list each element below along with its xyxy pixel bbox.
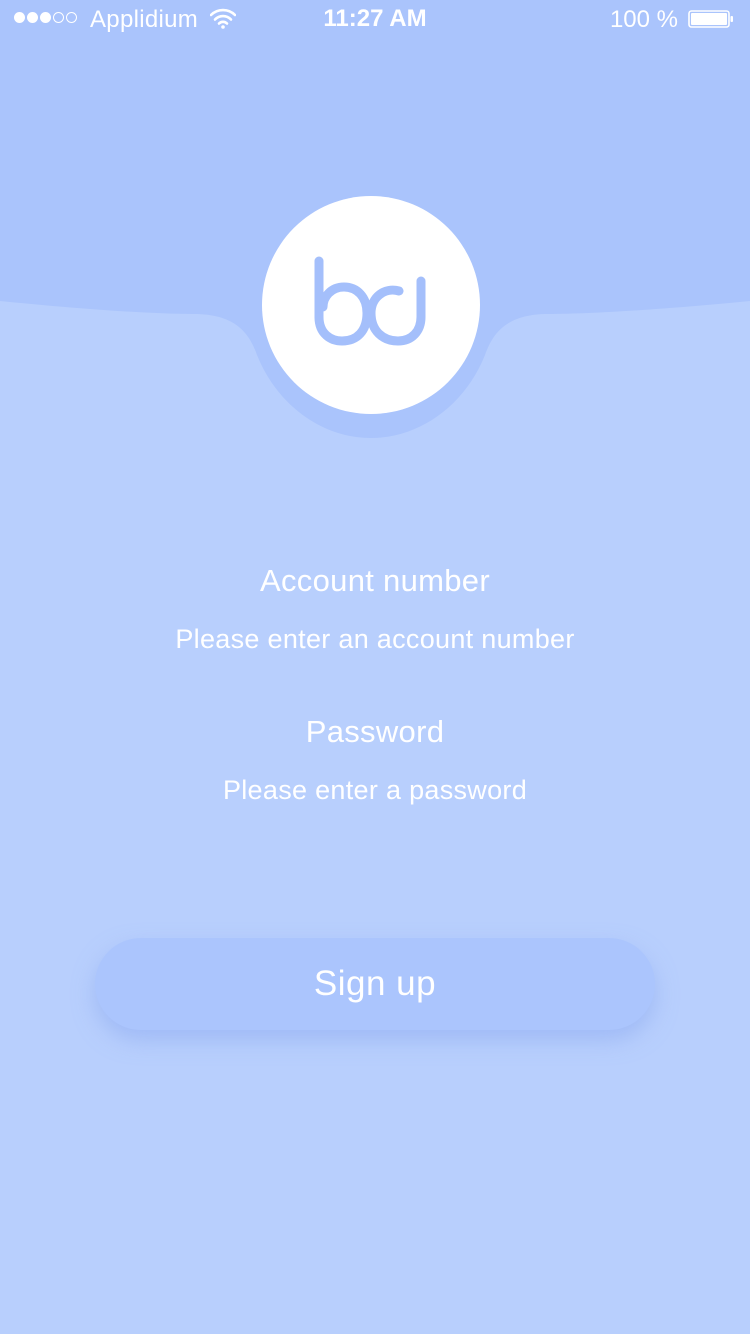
password-input[interactable] (125, 768, 625, 812)
sign-up-button[interactable]: Sign up (95, 938, 655, 1030)
status-bar: Applidium 11:27 AM 100 % (0, 0, 750, 40)
account-number-label: Account number (260, 563, 490, 598)
account-number-input[interactable] (125, 617, 625, 661)
bq-logo-icon (314, 256, 426, 346)
battery-percent: 100 % (609, 6, 678, 33)
login-screen: Applidium 11:27 AM 100 % Account number … (0, 0, 750, 1334)
password-label: Password (305, 714, 445, 749)
battery-icon (688, 10, 733, 28)
logo (262, 196, 480, 414)
